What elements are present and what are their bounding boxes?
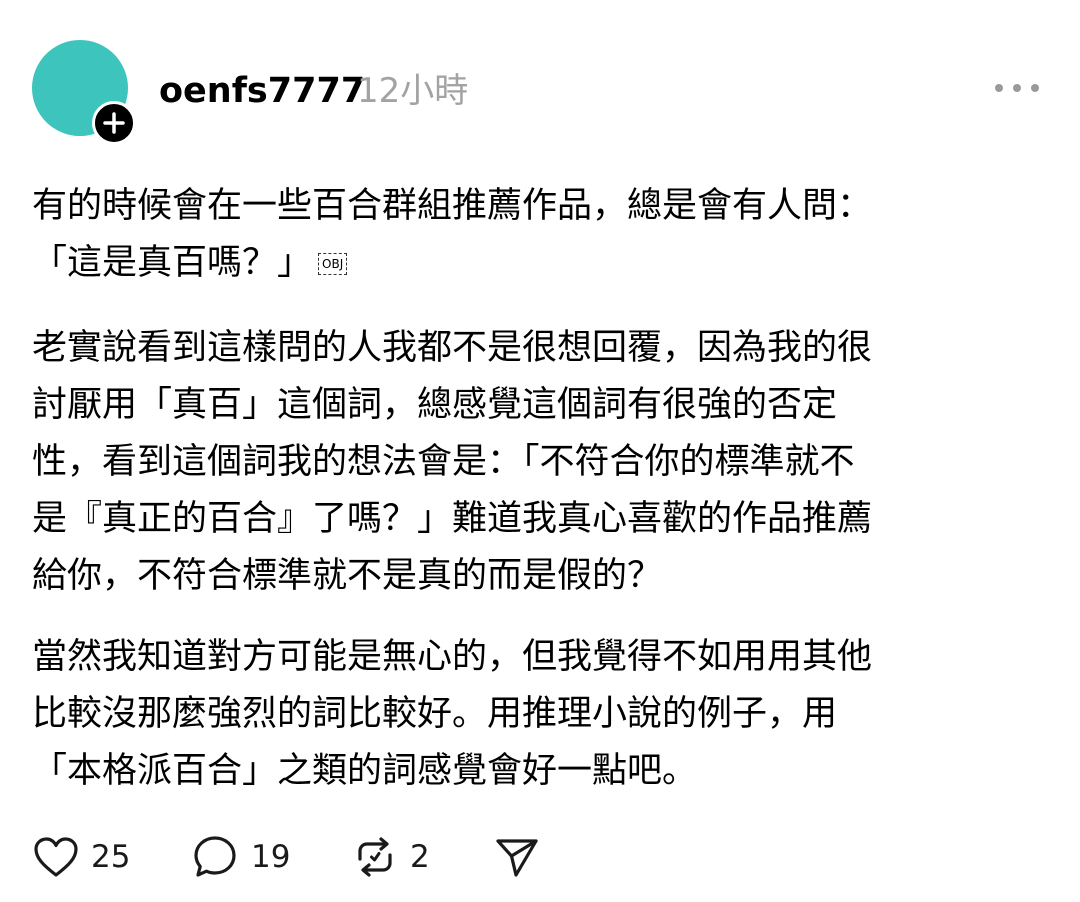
post-timestamp: 12小時 (357, 71, 469, 111)
repost-icon (358, 837, 392, 877)
follow-button[interactable] (92, 101, 136, 145)
like-button[interactable]: 25 (33, 832, 130, 882)
comment-bubble-icon (194, 836, 236, 877)
post-paragraph-3: 當然我知道對方可能是無心的，但我覺得不如用用其他 比較沒那麼強烈的詞比較好。用推… (32, 637, 873, 791)
username[interactable]: oenfs7777 (159, 70, 365, 112)
post-paragraph-1: 有的時候會在一些百合群組推薦作品，總是會有人問： 「這是真百嗎？」 OBJ (32, 186, 873, 283)
heart-icon (34, 837, 78, 877)
repost-button[interactable]: 2 (352, 832, 430, 882)
like-count: 25 (91, 839, 131, 875)
post-paragraph-2: 老實說看到這樣問的人我都不是很想回覆，因為我的很 討厭用「真百」這個詞，總感覺這… (32, 328, 873, 596)
comment-count: 19 (251, 839, 291, 875)
more-horizontal-icon[interactable] (994, 78, 1040, 98)
plus-icon (103, 112, 125, 134)
repost-count: 2 (410, 839, 430, 875)
share-button[interactable] (494, 832, 540, 882)
comment-button[interactable]: 19 (193, 832, 290, 882)
send-icon (496, 839, 538, 877)
object-placeholder-icon: OBJ (318, 253, 348, 275)
